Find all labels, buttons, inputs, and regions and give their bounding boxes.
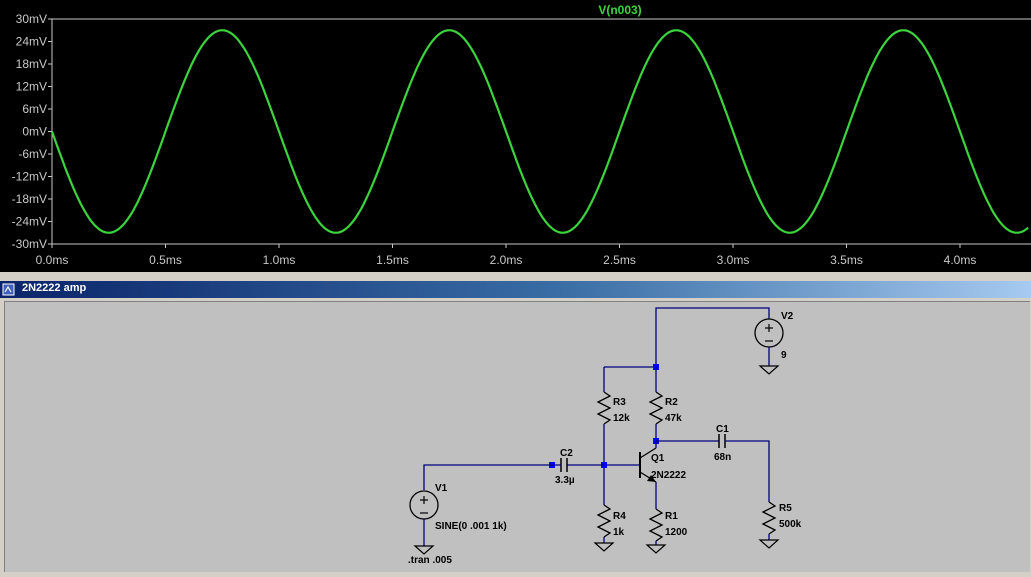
c2-value[interactable]: 3.3µ	[555, 475, 575, 486]
r3-name: R3	[613, 397, 626, 408]
y-tick-label: -12mV	[12, 170, 47, 184]
c1-wire-out	[725, 440, 770, 502]
y-tick-label: 12mV	[16, 80, 47, 94]
r1-resistor[interactable]	[645, 508, 667, 554]
x-tick-label: 3.0ms	[717, 253, 750, 267]
r2-value[interactable]: 47k	[665, 413, 682, 424]
x-tick-label: 0.0ms	[36, 253, 69, 267]
x-axis: 0.0ms 0.5ms 1.0ms 1.5ms 2.0ms 2.5ms 3.0ms 3.5ms…	[36, 244, 977, 267]
q1-transistor[interactable]	[604, 441, 657, 509]
y-axis: 30mV 24mV 18mV 12mV 6mV 0mV -6mV -12mV -18mV -24m…	[12, 12, 52, 251]
r2-resistor[interactable]	[648, 367, 664, 441]
x-tick-label: 2.5ms	[603, 253, 636, 267]
r4-value[interactable]: 1k	[613, 527, 625, 538]
x-tick-label: 1.5ms	[376, 253, 409, 267]
r1-value[interactable]: 1200	[665, 527, 688, 538]
c2-name: C2	[560, 448, 573, 459]
pane-separator[interactable]	[0, 272, 1031, 281]
ground-icon	[593, 542, 615, 552]
v1-name: V1	[435, 483, 448, 494]
ground-icon	[645, 544, 667, 554]
ground-icon	[758, 539, 780, 549]
y-tick-label: -30mV	[12, 237, 47, 251]
y-tick-label: 0mV	[22, 125, 47, 139]
r5-resistor[interactable]	[758, 501, 780, 549]
r3-value[interactable]: 12k	[613, 413, 630, 424]
y-tick-label: 18mV	[16, 57, 47, 71]
y-tick-label: 30mV	[16, 12, 47, 26]
schematic-canvas[interactable]: V2 9 R3 12k R2 47k Q1 2N2222 C1 68n R5 5…	[4, 301, 1030, 572]
r5-value[interactable]: 500k	[779, 519, 802, 530]
ground-icon	[758, 365, 780, 375]
spice-directive[interactable]: .tran .005	[408, 555, 452, 566]
v2-value[interactable]: 9	[781, 350, 787, 361]
r1-name: R1	[665, 511, 678, 522]
y-tick-label: -6mV	[18, 147, 47, 161]
ground-icon	[413, 545, 435, 555]
r4-resistor[interactable]	[593, 465, 615, 552]
c1-value[interactable]: 68n	[714, 452, 731, 463]
x-tick-label: 2.0ms	[490, 253, 523, 267]
c1-capacitor[interactable]	[718, 434, 726, 448]
waveform-plot-pane[interactable]: V(n003) 30mV 24mV 18mV 12mV 6mV 0mV -6mV -12mV -…	[0, 0, 1031, 272]
r5-name: R5	[779, 503, 792, 514]
trace-name-label[interactable]: V(n003)	[598, 3, 641, 17]
x-tick-label: 0.5ms	[149, 253, 182, 267]
r2-name: R2	[665, 397, 678, 408]
y-tick-label: -24mV	[12, 215, 47, 229]
x-tick-label: 4.0ms	[944, 253, 977, 267]
r3-resistor[interactable]	[596, 367, 612, 465]
v2-name: V2	[781, 311, 794, 322]
v2-voltage-source[interactable]	[754, 318, 784, 375]
q1-value[interactable]: 2N2222	[651, 470, 686, 481]
schematic-titlebar[interactable]: 2N2222 amp	[0, 281, 1031, 298]
c1-name: C1	[716, 424, 729, 435]
r4-name: R4	[613, 511, 626, 522]
v1-value[interactable]: SINE(0 .001 1k)	[435, 521, 507, 532]
v1-voltage-source[interactable]	[409, 490, 439, 555]
q1-name: Q1	[651, 453, 665, 464]
schematic-window: 2N2222 amp V2 9 R3 12k R2 47k Q1 2N2222 …	[0, 281, 1031, 577]
schematic-icon	[2, 283, 15, 296]
supply-wire	[655, 307, 770, 367]
schematic-window-title: 2N2222 amp	[22, 282, 87, 294]
x-tick-label: 1.0ms	[263, 253, 296, 267]
y-tick-label: 24mV	[16, 35, 47, 49]
y-tick-label: 6mV	[22, 102, 47, 116]
trace-v-n003[interactable]	[50, 29, 1029, 234]
c2-capacitor[interactable]	[560, 458, 568, 472]
x-tick-label: 3.5ms	[830, 253, 863, 267]
y-tick-label: -18mV	[12, 192, 47, 206]
waveform-plot[interactable]: V(n003) 30mV 24mV 18mV 12mV 6mV 0mV -6mV -12mV -…	[0, 0, 1031, 272]
